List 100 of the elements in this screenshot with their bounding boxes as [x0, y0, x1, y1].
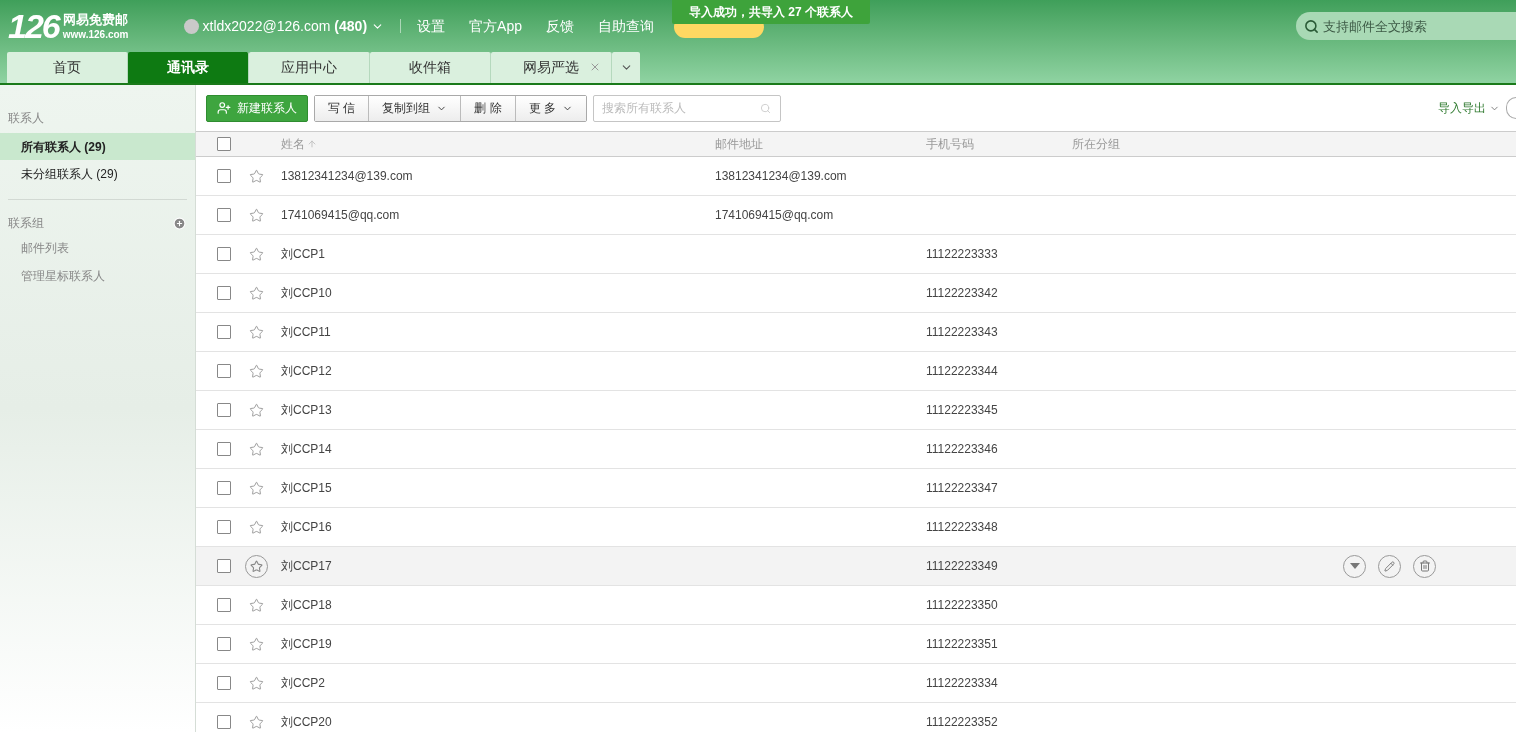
coin-icon — [183, 18, 199, 34]
star-icon[interactable] — [249, 636, 264, 652]
contact-row[interactable]: 刘CCP14 11122223346 — [196, 430, 1516, 469]
star-icon[interactable] — [249, 285, 264, 301]
email-cell-text: 1741069415@qq.com — [715, 207, 835, 224]
nav-tab[interactable]: 应用中心 — [249, 52, 370, 83]
star-icon[interactable] — [249, 441, 264, 457]
pencil-icon — [1384, 560, 1395, 572]
contact-name: 刘CCP12 — [281, 363, 333, 380]
checkbox[interactable] — [217, 286, 231, 300]
sort-arrow-icon — [307, 139, 317, 149]
star-icon[interactable] — [249, 402, 264, 418]
phone-cell-text: 11122223333 — [926, 246, 999, 263]
search-icon — [760, 102, 772, 114]
phone-cell-text: 11122223351 — [926, 636, 999, 653]
logo-number: 126 — [8, 9, 59, 43]
mail-search-field[interactable]: 支持邮件全文搜索 — [1296, 12, 1516, 40]
triangle-down-icon — [1349, 563, 1360, 569]
star-icon[interactable] — [249, 246, 264, 262]
star-icon[interactable] — [249, 324, 264, 340]
contact-row[interactable]: 刘CCP17 11122223349 — [196, 547, 1516, 586]
nav-tab[interactable]: 网易严选 — [491, 52, 612, 83]
contact-row[interactable]: 刘CCP15 11122223347 — [196, 469, 1516, 508]
star-icon[interactable] — [249, 480, 264, 496]
import-export-link[interactable]: 导入导出 — [1438, 99, 1500, 117]
contact-row[interactable]: 刘CCP20 11122223352 — [196, 703, 1516, 732]
phone-cell-text: 11122223343 — [926, 324, 999, 341]
contact-search-field[interactable]: 搜索所有联系人 — [593, 94, 782, 122]
checkbox[interactable] — [217, 637, 231, 651]
contact-name: 刘CCP19 — [281, 636, 333, 653]
checkbox[interactable] — [217, 403, 231, 417]
add-group-icon[interactable] — [173, 216, 186, 230]
sidebar-item[interactable]: 未分组联系人 (29) — [0, 160, 195, 187]
trash-icon — [1418, 560, 1431, 572]
contact-row[interactable]: 刘CCP19 11122223351 — [196, 625, 1516, 664]
nav-tab[interactable]: 收件箱 — [370, 52, 491, 83]
contact-row[interactable]: 刘CCP2 11122223334 — [196, 664, 1516, 703]
phone-cell-text: 11122223348 — [926, 519, 999, 536]
phone-cell-text: 11122223350 — [926, 597, 999, 614]
star-icon[interactable] — [249, 363, 264, 379]
toolbar-button[interactable]: 写 信 — [315, 95, 370, 121]
star-icon[interactable] — [249, 597, 264, 613]
contact-name: 刘CCP18 — [281, 597, 333, 614]
star-icon[interactable] — [249, 519, 264, 535]
toolbar-button[interactable]: 复制到组 — [369, 95, 462, 121]
checkbox[interactable] — [217, 442, 231, 456]
add-user-icon — [217, 101, 231, 115]
contact-name: 刘CCP17 — [281, 558, 333, 575]
unread-count: (480) — [334, 16, 368, 36]
contact-name: 刘CCP1 — [281, 246, 326, 263]
checkbox[interactable] — [217, 169, 231, 183]
sidebar-heading: 联系组 — [8, 215, 44, 232]
import-toast: 导入成功，共导入 27 个联系人 — [672, 0, 870, 24]
contact-name: 刘CCP10 — [281, 285, 333, 302]
checkbox[interactable] — [217, 676, 231, 690]
contact-name: 刘CCP15 — [281, 480, 333, 497]
contact-name: 刘CCP2 — [281, 675, 326, 692]
checkbox[interactable] — [217, 208, 231, 222]
phone-cell-text: 11122223344 — [926, 363, 999, 380]
contact-name: 刘CCP16 — [281, 519, 333, 536]
checkbox[interactable] — [217, 715, 231, 729]
contact-name: 13812341234@139.com — [281, 168, 414, 185]
star-icon[interactable] — [249, 168, 264, 184]
email-cell-text: 13812341234@139.com — [715, 168, 848, 185]
toolbar-button[interactable]: 更 多 — [515, 95, 587, 121]
contact-row[interactable]: 刘CCP12 11122223344 — [196, 352, 1516, 391]
checkbox[interactable] — [217, 325, 231, 339]
contact-row[interactable]: 刘CCP13 11122223345 — [196, 391, 1516, 430]
star-icon[interactable] — [249, 714, 264, 730]
contact-name: 1741069415@qq.com — [281, 207, 401, 224]
sidebar-heading: 联系人 — [7, 110, 45, 127]
sidebar-item[interactable]: 所有联系人 (29) — [0, 133, 195, 160]
contact-row[interactable]: 刘CCP18 11122223350 — [196, 586, 1516, 625]
phone-cell-text: 11122223346 — [926, 441, 999, 458]
checkbox[interactable] — [217, 364, 231, 378]
contact-row[interactable]: 13812341234@139.com 13812341234@139.com — [196, 157, 1516, 196]
checkbox[interactable] — [217, 520, 231, 534]
phone-cell-text: 11122223349 — [926, 558, 999, 575]
phone-cell-text: 11122223352 — [926, 714, 999, 731]
logo-name: 网易免费邮 — [62, 11, 129, 28]
contact-row[interactable]: 刘CCP10 11122223342 — [196, 274, 1516, 313]
contact-name: 刘CCP14 — [281, 441, 333, 458]
contact-row[interactable]: 刘CCP11 11122223343 — [196, 313, 1516, 352]
phone-cell-text: 11122223347 — [926, 480, 999, 497]
star-icon[interactable] — [249, 207, 264, 223]
checkbox[interactable] — [217, 598, 231, 612]
contact-name: 刘CCP20 — [281, 714, 333, 731]
checkbox[interactable] — [217, 559, 231, 573]
toolbar-button[interactable]: 删 除 — [461, 95, 516, 121]
contact-row[interactable]: 刘CCP1 11122223333 — [196, 235, 1516, 274]
close-icon[interactable] — [589, 61, 601, 73]
checkbox[interactable] — [217, 481, 231, 495]
checkbox[interactable] — [217, 137, 231, 151]
contact-row[interactable]: 1741069415@qq.com 1741069415@qq.com — [196, 196, 1516, 235]
star-icon[interactable] — [249, 675, 264, 691]
nav-tab[interactable]: 通讯录 — [128, 52, 249, 83]
checkbox[interactable] — [217, 247, 231, 261]
nav-tab[interactable]: 首页 — [7, 52, 128, 83]
contact-name: 刘CCP13 — [281, 402, 333, 419]
logo-url: www.126.com — [62, 27, 129, 41]
